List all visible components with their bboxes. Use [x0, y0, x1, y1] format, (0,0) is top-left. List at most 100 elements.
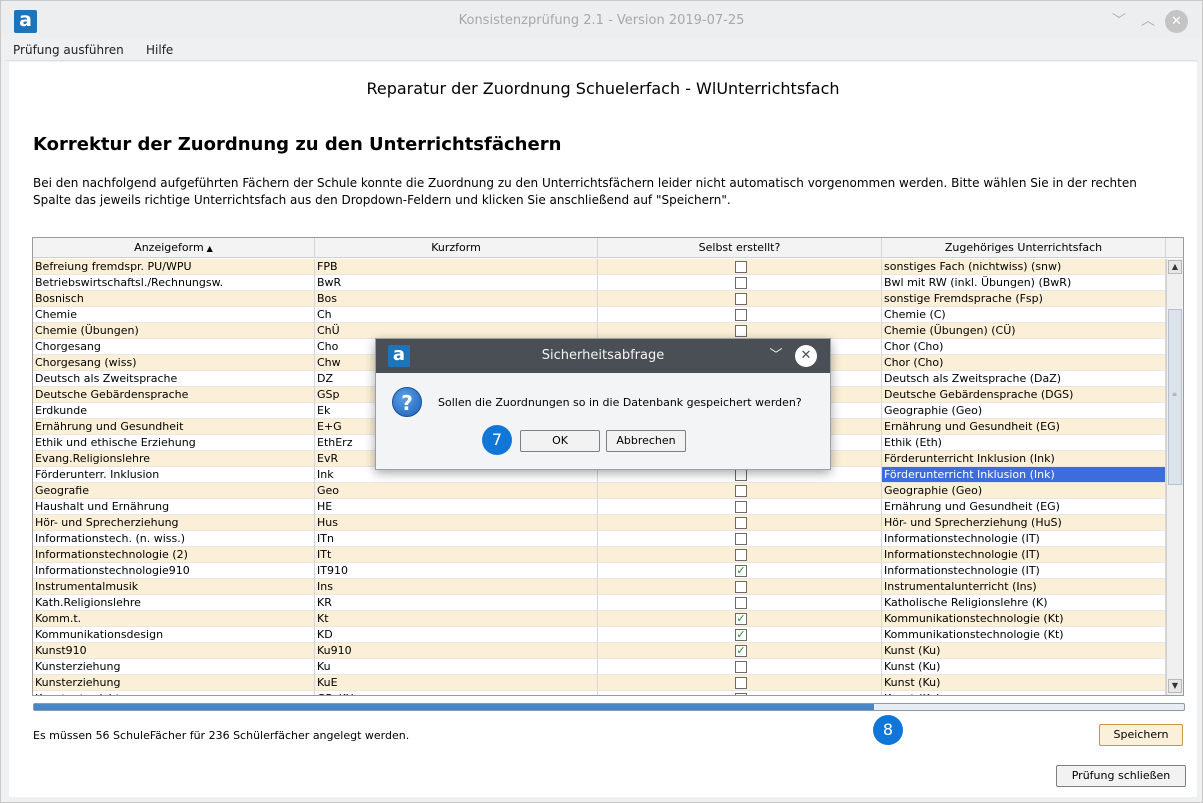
- selbst-erstellt-checkbox[interactable]: ✓: [735, 564, 747, 577]
- table-row[interactable]: Chemie (Übungen) ChÜ Chemie (Übungen) (CÜ): [33, 323, 1166, 339]
- cell-unterrichtsfach-dropdown[interactable]: Bwl mit RW (inkl. Übungen) (BwR): [882, 275, 1166, 291]
- cell-unterrichtsfach-dropdown[interactable]: Katholische Religionslehre (K): [882, 595, 1166, 611]
- cell-selbst-erstellt[interactable]: [598, 691, 882, 695]
- table-row[interactable]: Instrumentalmusik Ins Instrumentalunterric…: [33, 579, 1166, 595]
- cell-unterrichtsfach-dropdown[interactable]: Ethik (Eth): [882, 435, 1166, 451]
- selbst-erstellt-checkbox[interactable]: [735, 549, 747, 561]
- cell-unterrichtsfach-dropdown[interactable]: Chemie (C): [882, 307, 1166, 323]
- table-row[interactable]: Bosnisch Bos sonstige Fremdsprache (Fsp): [33, 291, 1166, 307]
- cell-anzeigeform[interactable]: Kath.Religionslehre: [33, 595, 315, 611]
- cell-anzeigeform[interactable]: Informationstechnologie (2): [33, 547, 315, 563]
- table-row[interactable]: Befreiung fremdspr. PU/WPU FPB sonstiges F…: [33, 259, 1166, 275]
- cell-anzeigeform[interactable]: Deutsch als Zweitsprache: [33, 371, 315, 387]
- table-row[interactable]: Informationstechnologie910 IT910 ✓ Informat…: [33, 563, 1166, 579]
- cell-selbst-erstellt[interactable]: [598, 675, 882, 691]
- column-header-unterrichtsfach[interactable]: Zugehöriges Unterrichtsfach: [882, 238, 1166, 258]
- ok-button[interactable]: OK: [520, 430, 600, 452]
- cell-kurzform[interactable]: IT910: [315, 563, 598, 579]
- cell-anzeigeform[interactable]: Förderunterr. Inklusion: [33, 467, 315, 483]
- cell-selbst-erstellt[interactable]: [598, 259, 882, 275]
- cell-selbst-erstellt[interactable]: [598, 499, 882, 515]
- cell-kurzform[interactable]: Hus: [315, 515, 598, 531]
- cell-unterrichtsfach-dropdown[interactable]: Kunst (Ku): [882, 691, 1166, 695]
- cell-unterrichtsfach-dropdown[interactable]: Informationstechnologie (IT): [882, 531, 1166, 547]
- cell-selbst-erstellt[interactable]: [598, 307, 882, 323]
- cell-kurzform[interactable]: GR_KU: [315, 691, 598, 695]
- cell-selbst-erstellt[interactable]: [598, 515, 882, 531]
- cell-kurzform[interactable]: HE: [315, 499, 598, 515]
- cell-unterrichtsfach-dropdown[interactable]: Geographie (Geo): [882, 403, 1166, 419]
- cell-unterrichtsfach-dropdown[interactable]: Kunst (Ku): [882, 659, 1166, 675]
- cell-anzeigeform[interactable]: Betriebswirtschaftsl./Rechnungsw.: [33, 275, 315, 291]
- cell-unterrichtsfach-dropdown[interactable]: Förderunterricht Inklusion (Ink): [882, 467, 1166, 483]
- selbst-erstellt-checkbox[interactable]: [735, 661, 747, 673]
- cell-kurzform[interactable]: ChÜ: [315, 323, 598, 339]
- cell-anzeigeform[interactable]: Geografie: [33, 483, 315, 499]
- cell-anzeigeform[interactable]: Chemie: [33, 307, 315, 323]
- cell-anzeigeform[interactable]: Bosnisch: [33, 291, 315, 307]
- selbst-erstellt-checkbox[interactable]: [735, 469, 747, 481]
- table-row[interactable]: Kunsterziehung Ku Kunst (Ku): [33, 659, 1166, 675]
- column-header-anzeigeform[interactable]: Anzeigeform ▲: [33, 238, 315, 258]
- cell-unterrichtsfach-dropdown[interactable]: sonstige Fremdsprache (Fsp): [882, 291, 1166, 307]
- cell-selbst-erstellt[interactable]: ✓: [598, 643, 882, 659]
- cell-kurzform[interactable]: ITn: [315, 531, 598, 547]
- scroll-down-icon[interactable]: ▼: [1168, 679, 1182, 693]
- cell-anzeigeform[interactable]: Deutsche Gebärdensprache: [33, 387, 315, 403]
- cell-kurzform[interactable]: Ch: [315, 307, 598, 323]
- cell-selbst-erstellt[interactable]: ✓: [598, 627, 882, 643]
- table-row[interactable]: Geografie Geo Geographie (Geo): [33, 483, 1166, 499]
- cell-unterrichtsfach-dropdown[interactable]: Chor (Cho): [882, 339, 1166, 355]
- cell-anzeigeform[interactable]: Kunsterziehung: [33, 659, 315, 675]
- minimize-icon[interactable]: ﹀: [1108, 10, 1130, 32]
- cell-anzeigeform[interactable]: Evang.Religionslehre: [33, 451, 315, 467]
- cell-unterrichtsfach-dropdown[interactable]: Ernährung und Gesundheit (EG): [882, 419, 1166, 435]
- cell-anzeigeform[interactable]: Informationstech. (n. wiss.): [33, 531, 315, 547]
- table-scrollbar[interactable]: ▲ ≡ ▼: [1166, 259, 1183, 695]
- selbst-erstellt-checkbox[interactable]: [735, 261, 747, 273]
- table-row[interactable]: Komm.t. Kt ✓ Kommunikationstechnologie (Kt): [33, 611, 1166, 627]
- cell-unterrichtsfach-dropdown[interactable]: Kunst (Ku): [882, 643, 1166, 659]
- cell-anzeigeform[interactable]: Komm.t.: [33, 611, 315, 627]
- cell-kurzform[interactable]: Geo: [315, 483, 598, 499]
- table-row[interactable]: Kunst910 Ku910 ✓ Kunst (Ku): [33, 643, 1166, 659]
- cell-selbst-erstellt[interactable]: [598, 595, 882, 611]
- cell-selbst-erstellt[interactable]: [598, 659, 882, 675]
- selbst-erstellt-checkbox[interactable]: [735, 533, 747, 545]
- cancel-button[interactable]: Abbrechen: [606, 430, 686, 452]
- cell-kurzform[interactable]: Bos: [315, 291, 598, 307]
- selbst-erstellt-checkbox[interactable]: [735, 501, 747, 513]
- cell-anzeigeform[interactable]: Chorgesang: [33, 339, 315, 355]
- table-row[interactable]: Kommunikationsdesign KD ✓ Kommunikationstec…: [33, 627, 1166, 643]
- selbst-erstellt-checkbox[interactable]: [735, 325, 747, 337]
- table-row[interactable]: Betriebswirtschaftsl./Rechnungsw. BwR Bwl …: [33, 275, 1166, 291]
- scrollbar-thumb[interactable]: ≡: [1168, 309, 1182, 485]
- scroll-up-icon[interactable]: ▲: [1168, 260, 1182, 274]
- cell-anzeigeform[interactable]: Kommunikationsdesign: [33, 627, 315, 643]
- title-bar[interactable]: a Konsistenzprüfung 2.1 - Version 2019-0…: [1, 1, 1202, 39]
- cell-anzeigeform[interactable]: Instrumentalmusik: [33, 579, 315, 595]
- table-row[interactable]: Hör- und Sprecherziehung Hus Hör- und Spre…: [33, 515, 1166, 531]
- cell-anzeigeform[interactable]: Erdkunde: [33, 403, 315, 419]
- cell-anzeigeform[interactable]: Informationstechnologie910: [33, 563, 315, 579]
- cell-unterrichtsfach-dropdown[interactable]: sonstiges Fach (nichtwiss) (snw): [882, 259, 1166, 275]
- cell-kurzform[interactable]: FPB: [315, 259, 598, 275]
- cell-selbst-erstellt[interactable]: [598, 275, 882, 291]
- selbst-erstellt-checkbox[interactable]: ✓: [735, 628, 747, 641]
- dialog-close-icon[interactable]: ✕: [795, 345, 817, 367]
- cell-selbst-erstellt[interactable]: [598, 547, 882, 563]
- cell-unterrichtsfach-dropdown[interactable]: Ernährung und Gesundheit (EG): [882, 499, 1166, 515]
- selbst-erstellt-checkbox[interactable]: ✓: [735, 644, 747, 657]
- cell-anzeigeform[interactable]: Chemie (Übungen): [33, 323, 315, 339]
- cell-unterrichtsfach-dropdown[interactable]: Hör- und Sprecherziehung (HuS): [882, 515, 1166, 531]
- table-row[interactable]: Informationstechnologie (2) ITt Informatio…: [33, 547, 1166, 563]
- cell-selbst-erstellt[interactable]: [598, 291, 882, 307]
- selbst-erstellt-checkbox[interactable]: [735, 277, 747, 289]
- cell-kurzform[interactable]: KD: [315, 627, 598, 643]
- cell-unterrichtsfach-dropdown[interactable]: Kommunikationstechnologie (Kt): [882, 611, 1166, 627]
- maximize-icon[interactable]: ︿: [1137, 10, 1159, 32]
- column-header-selbst-erstellt[interactable]: Selbst erstellt?: [598, 238, 882, 258]
- selbst-erstellt-checkbox[interactable]: [735, 517, 747, 529]
- selbst-erstellt-checkbox[interactable]: [735, 597, 747, 609]
- dialog-minimize-icon[interactable]: ﹀: [766, 346, 786, 366]
